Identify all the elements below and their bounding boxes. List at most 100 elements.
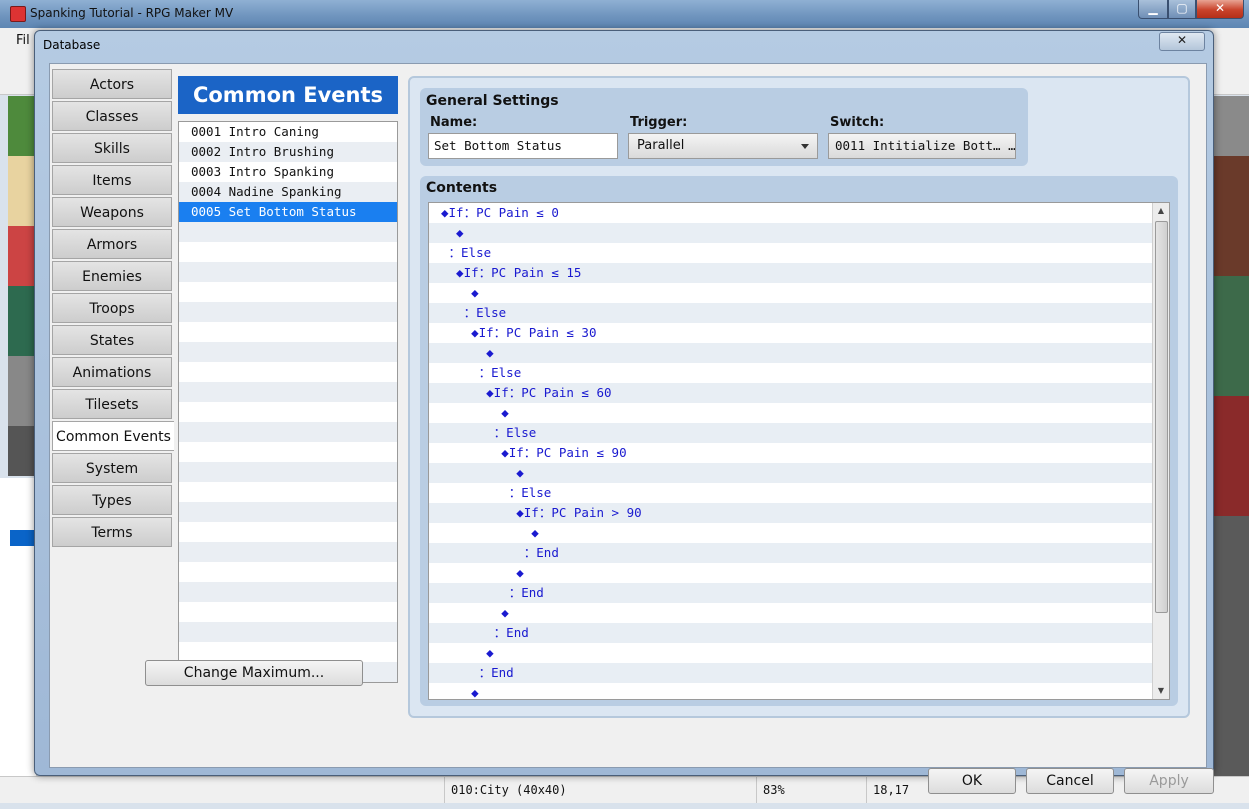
dialog-close-button[interactable]: ✕ [1159, 32, 1205, 51]
common-event-empty-row[interactable] [179, 582, 397, 602]
switch-selector[interactable]: 0011 Intitialize Bott… … [828, 133, 1016, 159]
common-event-item[interactable]: 0005 Set Bottom Status [179, 202, 397, 222]
event-command-line[interactable]: ◆If：PC Pain ≤ 15 [429, 263, 1153, 283]
event-command-line[interactable]: ◆If：PC Pain ≤ 60 [429, 383, 1153, 403]
event-command-line[interactable]: ◆If：PC Pain ≤ 90 [429, 443, 1153, 463]
event-command-line[interactable]: ：End [429, 623, 1153, 643]
ok-button[interactable]: OK [928, 768, 1016, 794]
event-command-line[interactable]: ：End [429, 583, 1153, 603]
common-event-item[interactable]: 0004 Nadine Spanking [179, 182, 397, 202]
tab-animations[interactable]: Animations [52, 357, 172, 387]
tab-troops[interactable]: Troops [52, 293, 172, 323]
maximize-button[interactable]: ▢ [1168, 0, 1196, 19]
event-command-line[interactable]: ◆ [429, 343, 1153, 363]
contents-scrollbar[interactable]: ▲ ▼ [1152, 203, 1169, 699]
common-event-empty-row[interactable] [179, 482, 397, 502]
tab-actors[interactable]: Actors [52, 69, 172, 99]
map-editor-area[interactable] [1212, 96, 1249, 776]
event-commands-list[interactable]: ◆If：PC Pain ≤ 0 ◆ ：Else ◆If：PC Pain ≤ 15… [428, 202, 1170, 700]
common-events-list[interactable]: 0001 Intro Caning 0002 Intro Brushing 0003… [178, 121, 398, 683]
close-window-button[interactable]: ✕ [1196, 0, 1244, 19]
tab-armors[interactable]: Armors [52, 229, 172, 259]
tab-enemies[interactable]: Enemies [52, 261, 172, 291]
dialog-title: Database [43, 38, 101, 52]
tab-states[interactable]: States [52, 325, 172, 355]
common-event-empty-row[interactable] [179, 322, 397, 342]
trigger-value: Parallel [637, 138, 685, 153]
common-event-empty-row[interactable] [179, 562, 397, 582]
tab-weapons[interactable]: Weapons [52, 197, 172, 227]
event-command-line[interactable]: ◆ [429, 283, 1153, 303]
map-tree[interactable] [0, 478, 37, 778]
event-command-line[interactable]: ：End [429, 663, 1153, 683]
common-event-empty-row[interactable] [179, 462, 397, 482]
common-event-empty-row[interactable] [179, 542, 397, 562]
event-command-line[interactable]: ：End [429, 543, 1153, 563]
main-window-title: Spanking Tutorial - RPG Maker MV [30, 6, 234, 20]
common-event-empty-row[interactable] [179, 642, 397, 662]
trigger-select[interactable]: Parallel [628, 133, 818, 159]
event-command-line[interactable]: ◆ [429, 523, 1153, 543]
common-event-empty-row[interactable] [179, 382, 397, 402]
event-command-line[interactable]: ◆If：PC Pain ≤ 0 [429, 203, 1153, 223]
name-label: Name: [430, 115, 478, 130]
event-command-line[interactable]: ◆ [429, 223, 1153, 243]
tab-system[interactable]: System [52, 453, 172, 483]
common-event-empty-row[interactable] [179, 402, 397, 422]
tab-items[interactable]: Items [52, 165, 172, 195]
common-event-item[interactable]: 0003 Intro Spanking [179, 162, 397, 182]
event-command-line[interactable]: ：Else [429, 303, 1153, 323]
scrollbar-thumb[interactable] [1155, 221, 1168, 613]
common-event-empty-row[interactable] [179, 422, 397, 442]
event-command-line[interactable]: ：Else [429, 243, 1153, 263]
chevron-down-icon [801, 144, 809, 149]
event-command-line[interactable]: ：Else [429, 483, 1153, 503]
category-tabs: Actors Classes Skills Items Weapons Armors Ene… [52, 69, 174, 549]
change-maximum-button[interactable]: Change Maximum... [145, 660, 363, 686]
event-command-line[interactable]: ◆ [429, 643, 1153, 663]
scroll-down-icon[interactable]: ▼ [1153, 683, 1169, 699]
minimize-button[interactable]: ▁ [1138, 0, 1168, 19]
name-input[interactable]: Set Bottom Status [428, 133, 618, 159]
event-command-line[interactable]: ◆ [429, 463, 1153, 483]
common-event-item[interactable]: 0001 Intro Caning [179, 122, 397, 142]
common-event-empty-row[interactable] [179, 222, 397, 242]
cancel-button[interactable]: Cancel [1026, 768, 1114, 794]
main-titlebar: Spanking Tutorial - RPG Maker MV ▁ ▢ ✕ [0, 0, 1249, 28]
common-event-empty-row[interactable] [179, 262, 397, 282]
event-command-line[interactable]: ◆ [429, 403, 1153, 423]
common-event-item[interactable]: 0002 Intro Brushing [179, 142, 397, 162]
common-event-empty-row[interactable] [179, 282, 397, 302]
apply-button[interactable]: Apply [1124, 768, 1214, 794]
common-event-empty-row[interactable] [179, 502, 397, 522]
menu-file[interactable]: Fil [16, 33, 30, 48]
event-command-line[interactable]: ：Else [429, 363, 1153, 383]
scroll-up-icon[interactable]: ▲ [1153, 203, 1169, 219]
common-event-empty-row[interactable] [179, 442, 397, 462]
tab-terms[interactable]: Terms [52, 517, 172, 547]
common-event-empty-row[interactable] [179, 242, 397, 262]
tab-common-events[interactable]: Common Events [52, 421, 174, 451]
trigger-label: Trigger: [630, 115, 688, 130]
event-command-line[interactable]: ：Else [429, 423, 1153, 443]
event-command-line[interactable]: ◆If：PC Pain > 90 [429, 503, 1153, 523]
tab-skills[interactable]: Skills [52, 133, 172, 163]
common-event-empty-row[interactable] [179, 302, 397, 322]
general-settings-group: General Settings Name: Trigger: Switch: … [420, 88, 1028, 166]
common-event-empty-row[interactable] [179, 342, 397, 362]
tab-tilesets[interactable]: Tilesets [52, 389, 172, 419]
common-events-header: Common Events [178, 76, 398, 114]
map-tree-selected-row[interactable] [10, 530, 36, 546]
event-command-line[interactable]: ◆ [429, 563, 1153, 583]
tab-classes[interactable]: Classes [52, 101, 172, 131]
common-event-empty-row[interactable] [179, 522, 397, 542]
event-command-line[interactable]: ◆ [429, 603, 1153, 623]
event-command-line[interactable]: ◆ [429, 683, 1153, 699]
contents-group: Contents ◆If：PC Pain ≤ 0 ◆ ：Else ◆If：PC … [420, 176, 1178, 706]
common-event-empty-row[interactable] [179, 602, 397, 622]
tab-types[interactable]: Types [52, 485, 172, 515]
event-command-line[interactable]: ◆If：PC Pain ≤ 30 [429, 323, 1153, 343]
app-icon [10, 6, 26, 22]
common-event-empty-row[interactable] [179, 362, 397, 382]
common-event-empty-row[interactable] [179, 622, 397, 642]
